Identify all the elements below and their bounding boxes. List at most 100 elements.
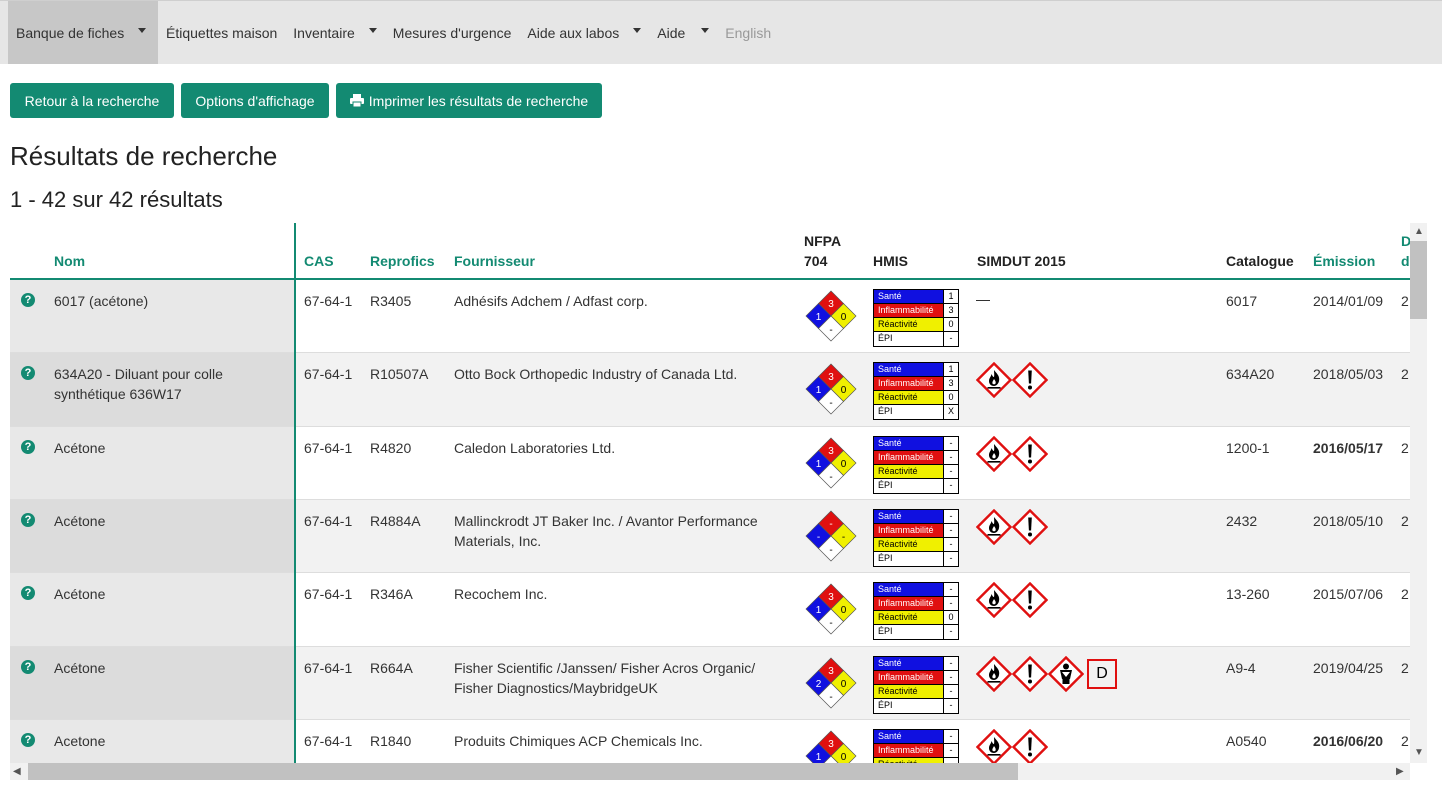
reprofics-code: R4884A <box>370 513 421 529</box>
flame-icon <box>976 509 1012 545</box>
print-results-button[interactable]: Imprimer les résultats de recherche <box>336 83 602 118</box>
scroll-right-icon[interactable]: ▶ <box>1396 766 1404 777</box>
nfpa-fire-value: 3 <box>828 739 834 750</box>
column-header-name[interactable]: Nom <box>54 251 85 271</box>
nav-inventaire[interactable]: Inventaire <box>285 1 384 64</box>
hmis-label: Santé-Inflammabilité-Réactivité-ÉPI- <box>873 729 959 763</box>
hmis-reactivity-row: Réactivité 0 <box>874 391 958 405</box>
scroll-up-icon[interactable]: ▲ <box>1414 226 1424 237</box>
table-row[interactable]: ? Acetone 67-64-1 R1840 Produits Chimiques A… <box>10 720 1410 763</box>
scroll-down-icon[interactable]: ▼ <box>1414 747 1424 758</box>
hmis-flammability-row: Inflammabilité - <box>874 744 958 758</box>
column-header-next[interactable]: D d <box>1401 231 1410 271</box>
hmis-reactivity-label: Réactivité <box>874 538 944 551</box>
back-to-search-button[interactable]: Retour à la recherche <box>10 83 174 118</box>
supplier-name: Adhésifs Adchem / Adfast corp. <box>454 293 648 309</box>
nfpa-special-value: - <box>829 472 832 483</box>
hmis-health-label: Santé <box>874 363 944 376</box>
nav-aide[interactable]: Aide <box>649 1 717 64</box>
hmis-health-value: 1 <box>944 363 958 376</box>
nav-banque-de-fiches[interactable]: Banque de fiches <box>8 1 158 64</box>
nfpa-diamond-icon: 31 0- <box>805 363 857 415</box>
health-hazard-icon <box>1048 656 1084 692</box>
nfpa-704-label: 31 0- <box>805 583 857 635</box>
help-icon[interactable]: ? <box>21 586 35 600</box>
product-name[interactable]: Acétone <box>54 658 279 678</box>
emission-date: 2016/06/20 <box>1313 733 1384 749</box>
simdut-class-d-badge: D <box>1087 659 1117 689</box>
hmis-ppe-label: ÉPI <box>874 552 944 566</box>
hmis-health-row: Santé - <box>874 730 958 744</box>
hmis-ppe-row: ÉPI - <box>874 699 958 713</box>
help-icon[interactable]: ? <box>21 660 35 674</box>
table-header: Nom CAS Reprofics Fournisseur NFPA 704 H… <box>10 223 1410 280</box>
reprofics-code: R4820 <box>370 440 412 456</box>
nfpa-704-label: 31 0- <box>805 437 857 489</box>
product-name[interactable]: Acétone <box>54 438 279 458</box>
table-row[interactable]: ? Acétone 67-64-1 R4884A Mallinckrodt JT Bak… <box>10 500 1410 573</box>
product-name[interactable]: Acetone <box>54 731 279 751</box>
nav-aide-aux-labos[interactable]: Aide aux labos <box>519 1 649 64</box>
column-header-reprofics[interactable]: Reprofics <box>370 251 435 271</box>
table-row[interactable]: ? Acétone 67-64-1 R664A Fisher Scientific /J… <box>10 647 1410 720</box>
nav-label: English <box>725 24 772 41</box>
column-header-emission[interactable]: Émission <box>1313 251 1375 271</box>
product-name[interactable]: Acétone <box>54 511 279 531</box>
cas-number: 67-64-1 <box>304 660 353 676</box>
results-count: 1 - 42 sur 42 résultats <box>10 187 223 212</box>
nfpa-health-value: 1 <box>816 312 822 323</box>
top-navbar: Banque de fiches Étiquettes maison Inven… <box>0 0 1442 64</box>
hmis-flammability-value: 3 <box>944 377 958 390</box>
hmis-label: Santé - Inflammabilité - Réactivité 0 ÉPI - <box>873 582 959 640</box>
table-row[interactable]: ? 634A20 - Diluant pour colle synthétique… <box>10 353 1410 427</box>
nfpa-health-value: 1 <box>816 459 822 470</box>
hmis-health-value: - <box>944 657 958 670</box>
hmis-flammability-row: Inflammabilité - <box>874 671 958 685</box>
nav-mesures-urgence[interactable]: Mesures d'urgence <box>385 1 520 64</box>
reprofics-code: R346A <box>370 586 413 602</box>
nav-etiquettes-maison[interactable]: Étiquettes maison <box>158 1 285 64</box>
hmis-health-row: Santé - <box>874 583 958 597</box>
help-icon[interactable]: ? <box>21 293 35 307</box>
horizontal-scrollbar-thumb[interactable] <box>28 763 1018 780</box>
flame-icon <box>976 362 1012 398</box>
nfpa-diamond-icon: 31 0- <box>805 437 857 489</box>
help-icon[interactable]: ? <box>21 440 35 454</box>
hmis-reactivity-value: 0 <box>944 611 958 624</box>
nfpa-health-value: - <box>817 532 820 543</box>
vertical-scrollbar-thumb[interactable] <box>1410 241 1427 319</box>
table-row[interactable]: ? Acétone 67-64-1 R4820 Caledon Laboratories… <box>10 427 1410 500</box>
nav-english[interactable]: English <box>717 1 779 64</box>
product-name[interactable]: 634A20 - Diluant pour colle synthétique … <box>54 364 279 404</box>
hmis-reactivity-label: Réactivité <box>874 465 944 478</box>
product-name[interactable]: Acétone <box>54 584 279 604</box>
hmis-ppe-row: ÉPI - <box>874 552 958 566</box>
exclamation-icon <box>1012 729 1048 763</box>
emission-date: 2014/01/09 <box>1313 293 1384 309</box>
help-icon[interactable]: ? <box>21 366 35 380</box>
table-row[interactable]: ? Acétone 67-64-1 R346A Recochem Inc. 3 1 0- San… <box>10 573 1410 647</box>
hmis-reactivity-row: Réactivité- <box>874 538 958 552</box>
help-icon[interactable]: ? <box>21 733 35 747</box>
table-row[interactable]: ? 6017 (acétone) 67-64-1 R3405 Adhésifs Adch… <box>10 280 1410 353</box>
next-column-value: 2 <box>1401 293 1409 309</box>
display-options-button[interactable]: Options d'affichage <box>181 83 329 118</box>
help-icon[interactable]: ? <box>21 513 35 527</box>
nfpa-fire-value: 3 <box>828 666 834 677</box>
column-header-supplier[interactable]: Fournisseur <box>454 251 535 271</box>
hmis-ppe-value: - <box>944 332 958 346</box>
column-header-nfpa: NFPA 704 <box>804 231 841 271</box>
column-header-cas[interactable]: CAS <box>304 251 334 271</box>
hmis-flammability-value: 3 <box>944 304 958 317</box>
emission-date: 2019/04/25 <box>1313 660 1384 676</box>
header-line: NFPA <box>804 233 842 249</box>
hmis-health-label: Santé <box>874 730 944 743</box>
next-column-value: 2 <box>1401 440 1409 456</box>
hmis-label: Santé-Inflammabilité-Réactivité-ÉPI- <box>873 436 959 494</box>
product-name[interactable]: 6017 (acétone) <box>54 291 279 311</box>
nfpa-reactivity-value: 0 <box>841 385 847 396</box>
hmis-flammability-value: - <box>944 597 958 610</box>
column-header-catalog: Catalogue <box>1226 253 1294 269</box>
nav-label: Étiquettes maison <box>166 24 278 41</box>
scroll-left-icon[interactable]: ◀ <box>13 766 21 777</box>
